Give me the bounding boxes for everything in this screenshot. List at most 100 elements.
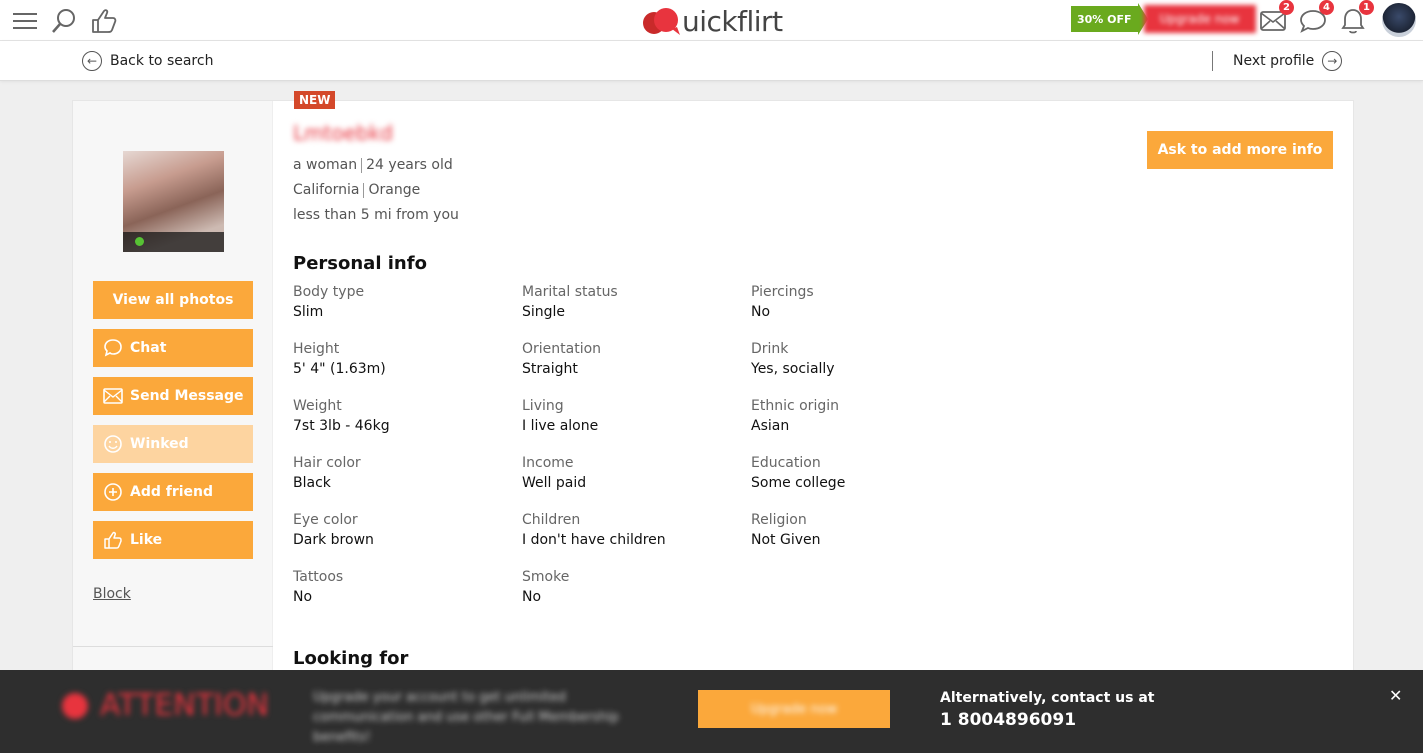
search-icon[interactable]: [49, 6, 79, 36]
contact-phone[interactable]: 1 8004896091: [940, 710, 1076, 730]
attention-label: ATTENTION: [100, 688, 269, 723]
banner-message: Upgrade your account to get unlimited co…: [313, 690, 619, 745]
field-value: Well paid: [522, 475, 587, 491]
field-body-type: Body type Slim: [293, 284, 513, 320]
smiley-icon: [102, 433, 124, 455]
city-label: Orange: [368, 182, 421, 198]
arrow-left-icon: ←: [82, 51, 102, 71]
attention-icon: [62, 692, 88, 719]
like-icon[interactable]: [89, 6, 119, 36]
field-value: Not Given: [751, 532, 821, 548]
field-living: Living I live alone: [522, 398, 742, 434]
location-line: California Orange: [293, 182, 420, 198]
mail-icon[interactable]: 2: [1258, 0, 1294, 36]
send-message-button[interactable]: Send Message: [93, 377, 253, 415]
field-value: No: [293, 589, 313, 605]
quickflirt-logo[interactable]: uickflirt: [642, 3, 783, 39]
field-value: 5' 4" (1.63m): [293, 361, 386, 377]
nav-divider: [1212, 51, 1213, 71]
field-eye-color: Eye color Dark brown: [293, 512, 513, 548]
envelope-icon: [102, 385, 124, 407]
like-button[interactable]: Like: [93, 521, 253, 559]
field-label: Eye color: [293, 512, 358, 528]
back-label: Back to search: [110, 53, 214, 69]
field-label: Marital status: [522, 284, 618, 300]
field-marital-status: Marital status Single: [522, 284, 742, 320]
back-to-search-link[interactable]: ← Back to search: [82, 51, 213, 71]
arrow-right-icon: →: [1322, 51, 1343, 71]
age-label: 24 years old: [366, 157, 453, 173]
field-value: No: [751, 304, 771, 320]
meta-separator: [363, 182, 365, 198]
field-label: Piercings: [751, 284, 814, 300]
thumbs-up-icon: [102, 529, 124, 551]
gender-age-line: a woman 24 years old: [293, 157, 453, 173]
winked-button[interactable]: Winked: [93, 425, 253, 463]
online-indicator-icon: [135, 237, 144, 246]
bell-icon[interactable]: 1: [1338, 0, 1374, 36]
field-label: Hair color: [293, 455, 361, 471]
like-label: Like: [130, 532, 163, 548]
upgrade-now-button[interactable]: Upgrade now: [1143, 5, 1256, 33]
field-label: Education: [751, 455, 821, 471]
notifications-badge: 1: [1359, 0, 1374, 15]
view-photos-label: View all photos: [112, 292, 234, 308]
top-header: uickflirt 30% OFF Upgrade now 2 4 1: [0, 0, 1423, 41]
distance-label: less than 5 mi from you: [293, 207, 459, 223]
add-friend-button[interactable]: Add friend: [93, 473, 253, 511]
field-value: I live alone: [522, 418, 599, 434]
profile-nav-bar: ← Back to search Next profile →: [0, 41, 1423, 81]
field-value: Asian: [751, 418, 790, 434]
user-avatar[interactable]: [1382, 3, 1416, 37]
ask-more-info-button[interactable]: Ask to add more info: [1147, 131, 1333, 169]
field-value: Straight: [522, 361, 578, 377]
photo-status-strip: [123, 232, 224, 252]
profile-photo[interactable]: [123, 151, 224, 252]
next-label: Next profile: [1233, 53, 1315, 69]
field-income: Income Well paid: [522, 455, 742, 491]
field-value: I don't have children: [522, 532, 666, 548]
chat-badge: 4: [1319, 0, 1334, 15]
field-label: Orientation: [522, 341, 602, 357]
profile-username: Lmtoebkd: [293, 121, 393, 145]
profile-card: View all photos Chat Send Message Winked…: [72, 91, 1354, 721]
field-value: 7st 3lb - 46kg: [293, 418, 390, 434]
field-label: Smoke: [522, 569, 570, 585]
profile-sidebar: View all photos Chat Send Message Winked…: [73, 101, 273, 721]
block-link[interactable]: Block: [93, 586, 131, 602]
plus-circle-icon: [102, 481, 124, 503]
field-label: Income: [522, 455, 574, 471]
field-label: Body type: [293, 284, 365, 300]
field-drink: Drink Yes, socially: [751, 341, 971, 377]
field-label: Drink: [751, 341, 789, 357]
mail-badge: 2: [1279, 0, 1294, 15]
field-value: No: [522, 589, 542, 605]
field-religion: Religion Not Given: [751, 512, 971, 548]
state-label: California: [293, 182, 360, 198]
field-weight: Weight 7st 3lb - 46kg: [293, 398, 513, 434]
field-label: Children: [522, 512, 581, 528]
field-value: Single: [522, 304, 566, 320]
close-icon[interactable]: ✕: [1389, 686, 1402, 705]
field-value: Dark brown: [293, 532, 374, 548]
banner-upgrade-button[interactable]: Upgrade now: [698, 690, 890, 728]
next-profile-link[interactable]: Next profile →: [1233, 51, 1343, 71]
promo-upgrade[interactable]: 30% OFF Upgrade now: [1071, 3, 1256, 35]
chat-icon[interactable]: 4: [1298, 0, 1334, 36]
chat-bubble-icon: [102, 337, 124, 359]
attention-heading: ATTENTION: [62, 688, 269, 723]
field-label: Weight: [293, 398, 342, 414]
chat-button[interactable]: Chat: [93, 329, 253, 367]
banner-upgrade-label: Upgrade now: [750, 701, 838, 717]
field-label: Religion: [751, 512, 807, 528]
personal-info-title: Personal info: [293, 253, 427, 274]
menu-icon[interactable]: [10, 6, 40, 36]
promo-discount-label: 30% OFF: [1071, 6, 1138, 32]
gender-label: a woman: [293, 157, 358, 173]
field-hair-color: Hair color Black: [293, 455, 513, 491]
field-value: Some college: [751, 475, 846, 491]
field-piercings: Piercings No: [751, 284, 971, 320]
field-value: Slim: [293, 304, 324, 320]
view-all-photos-button[interactable]: View all photos: [93, 281, 253, 319]
field-tattoos: Tattoos No: [293, 569, 513, 605]
